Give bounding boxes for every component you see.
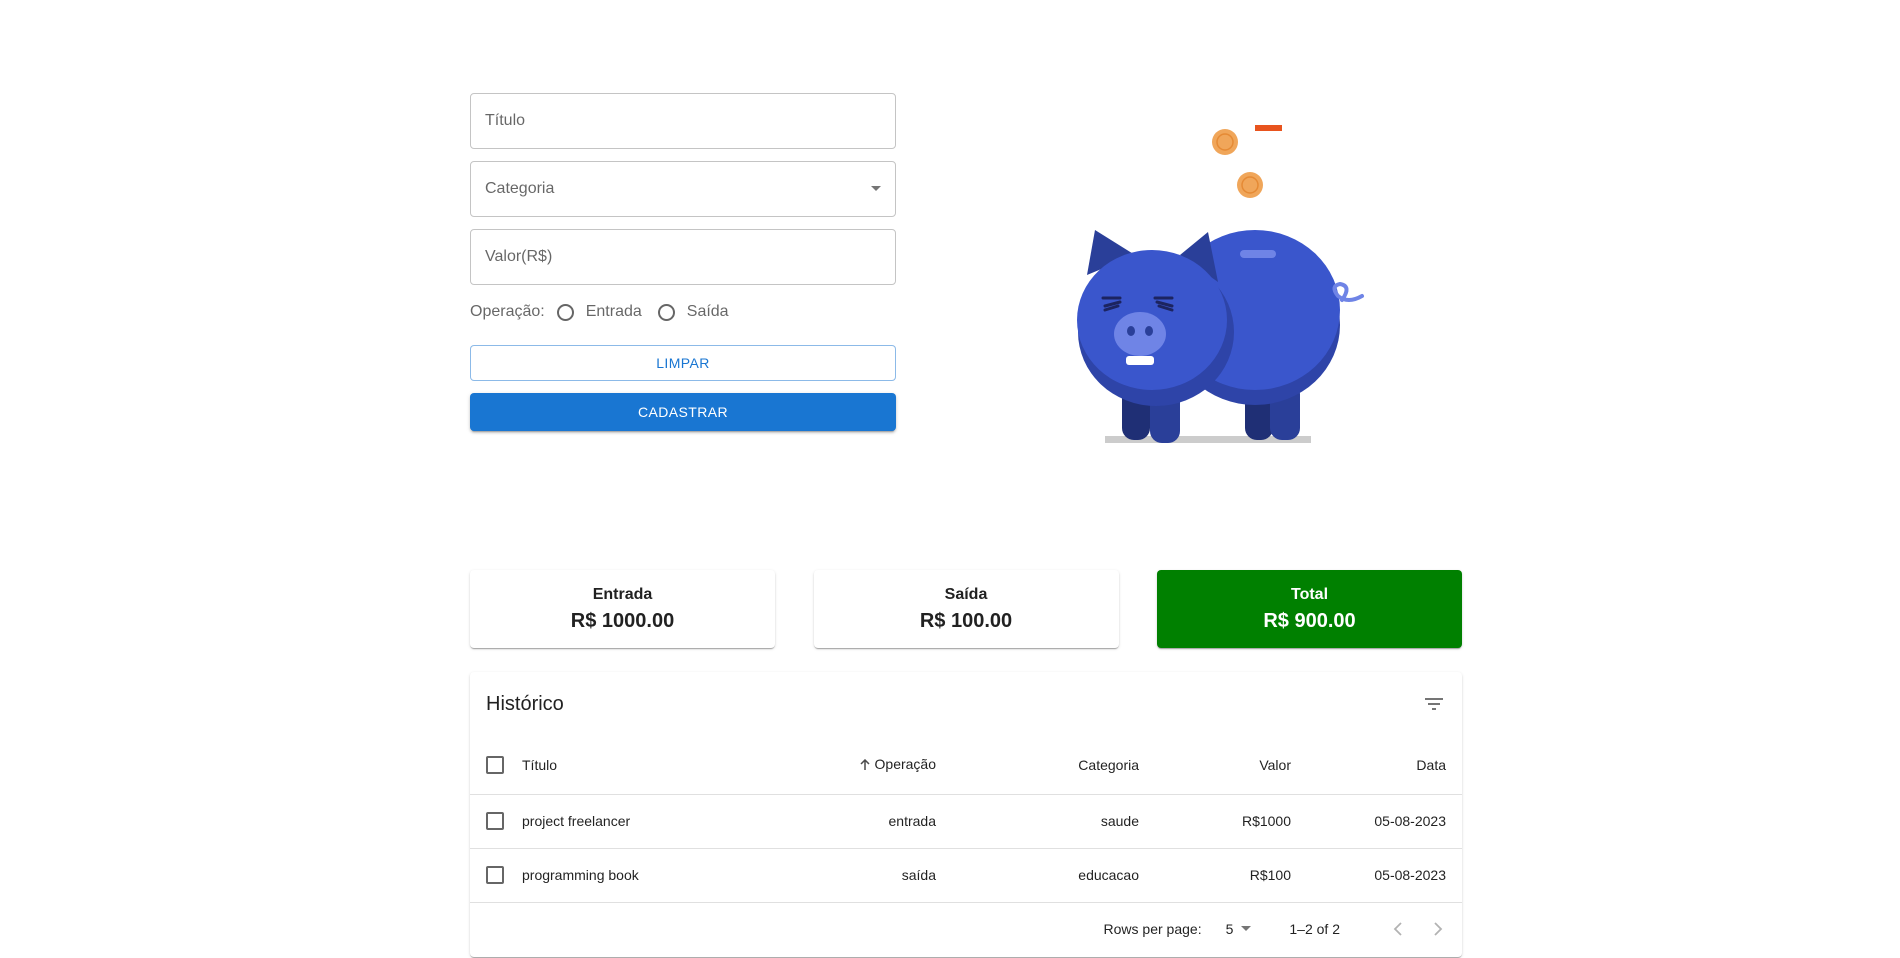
chevron-right-icon[interactable] bbox=[1426, 917, 1450, 941]
column-header-valor[interactable]: Valor bbox=[1155, 736, 1307, 795]
cell-data: 05-08-2023 bbox=[1307, 848, 1462, 903]
rows-per-page-select[interactable]: 5 bbox=[1226, 921, 1252, 937]
transaction-form: Categoria Operação: Entrada Saída LIMPAR… bbox=[470, 93, 896, 431]
entrada-card-value: R$ 1000.00 bbox=[570, 609, 675, 632]
summary-cards: Entrada R$ 1000.00 Saída R$ 100.00 Total… bbox=[470, 570, 1462, 648]
cell-titulo: project freelancer bbox=[522, 794, 752, 849]
radio-saida-circle[interactable] bbox=[657, 303, 675, 321]
total-card-title: Total bbox=[1290, 585, 1329, 603]
table-pagination: Rows per page: 5 1–2 of 2 bbox=[470, 903, 1462, 955]
column-header-data-label: Data bbox=[1416, 756, 1446, 773]
select-all-checkbox[interactable] bbox=[486, 755, 504, 774]
cell-valor: R$100 bbox=[1155, 848, 1307, 903]
title-input[interactable] bbox=[471, 94, 895, 148]
radio-entrada-circle[interactable] bbox=[556, 303, 574, 321]
saida-card: Saída R$ 100.00 bbox=[813, 570, 1119, 648]
table-row[interactable]: project freelancer entrada saude R$1000 … bbox=[470, 794, 1462, 849]
category-select-label: Categoria bbox=[485, 180, 555, 197]
history-toolbar: Histórico bbox=[470, 672, 1462, 736]
category-select[interactable]: Categoria bbox=[470, 161, 896, 217]
table-row[interactable]: programming book saída educacao R$100 05… bbox=[470, 848, 1462, 903]
chevron-down-icon bbox=[1241, 926, 1252, 931]
row-checkbox[interactable] bbox=[486, 812, 504, 830]
cell-categoria: saude bbox=[952, 794, 1155, 849]
radio-entrada[interactable]: Entrada bbox=[556, 303, 642, 321]
history-title: Histórico bbox=[486, 692, 564, 715]
column-header-operacao[interactable]: Operação bbox=[752, 736, 952, 795]
piggy-bank-illustration bbox=[1077, 125, 1364, 443]
rows-per-page-value: 5 bbox=[1225, 920, 1234, 937]
history-table: Título Operação Categoria Valor Data pro… bbox=[470, 736, 1462, 903]
rows-per-page-label: Rows per page: bbox=[1103, 920, 1202, 937]
cell-categoria: educacao bbox=[952, 848, 1155, 903]
chevron-down-icon bbox=[871, 186, 881, 191]
entrada-card: Entrada R$ 1000.00 bbox=[470, 570, 775, 648]
column-header-titulo[interactable]: Título bbox=[522, 736, 752, 795]
total-card-value: R$ 900.00 bbox=[1263, 609, 1356, 632]
row-checkbox[interactable] bbox=[486, 866, 504, 884]
column-header-titulo-label: Título bbox=[522, 756, 558, 773]
entrada-card-title: Entrada bbox=[592, 585, 653, 603]
filter-list-icon[interactable] bbox=[1422, 692, 1446, 716]
page: Categoria Operação: Entrada Saída LIMPAR… bbox=[0, 0, 1900, 958]
row-checkbox-cell bbox=[470, 848, 522, 903]
submit-button[interactable]: CADASTRAR bbox=[470, 393, 896, 431]
cell-data: 05-08-2023 bbox=[1307, 794, 1462, 849]
pagination-range: 1–2 of 2 bbox=[1289, 920, 1340, 937]
history-table-panel: Histórico Título Operação Categoria Valo… bbox=[470, 672, 1462, 957]
clear-button[interactable]: LIMPAR bbox=[470, 345, 896, 381]
operation-radio-group: Operação: Entrada Saída bbox=[470, 297, 896, 327]
saida-card-value: R$ 100.00 bbox=[919, 609, 1013, 632]
saida-card-title: Saída bbox=[944, 585, 988, 603]
column-header-valor-label: Valor bbox=[1259, 756, 1291, 773]
radio-saida-label: Saída bbox=[686, 303, 729, 320]
radio-saida[interactable]: Saída bbox=[657, 303, 729, 321]
cell-operacao: saída bbox=[752, 848, 952, 903]
radio-entrada-label: Entrada bbox=[585, 303, 642, 320]
cell-valor: R$1000 bbox=[1155, 794, 1307, 849]
row-checkbox-cell bbox=[470, 794, 522, 849]
select-all-cell bbox=[470, 736, 522, 795]
value-input[interactable] bbox=[471, 230, 895, 284]
column-header-categoria[interactable]: Categoria bbox=[952, 736, 1155, 795]
cell-operacao: entrada bbox=[752, 794, 952, 849]
value-field[interactable] bbox=[470, 229, 896, 285]
chevron-left-icon[interactable] bbox=[1386, 917, 1410, 941]
total-card: Total R$ 900.00 bbox=[1157, 570, 1462, 648]
column-header-operacao-label: Operação bbox=[874, 755, 936, 772]
cell-titulo: programming book bbox=[522, 848, 752, 903]
column-header-categoria-label: Categoria bbox=[1078, 756, 1139, 773]
table-header-row: Título Operação Categoria Valor Data bbox=[470, 736, 1462, 795]
arrow-up-icon bbox=[859, 758, 871, 774]
title-field[interactable] bbox=[470, 93, 896, 149]
column-header-data[interactable]: Data bbox=[1307, 736, 1462, 795]
operation-label: Operação: bbox=[470, 303, 545, 320]
